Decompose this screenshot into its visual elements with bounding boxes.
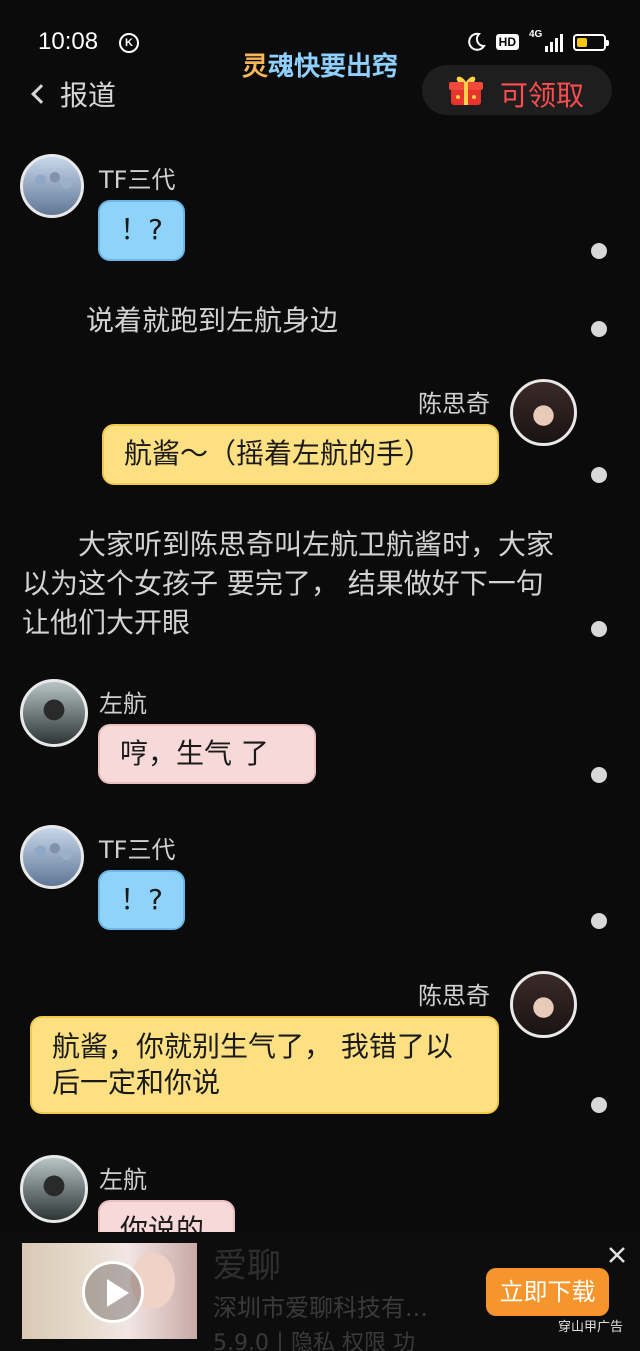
comment-dot[interactable]: [591, 1097, 607, 1113]
network-type: 4G: [529, 29, 543, 40]
back-button[interactable]: 报道: [31, 74, 117, 114]
avatar-chen[interactable]: [510, 379, 577, 446]
message-bubble: 哼，生气 了: [98, 724, 316, 784]
message-bubble: 航酱～（摇着左航的手）: [102, 424, 499, 485]
sender-name: 陈思奇: [418, 982, 490, 1010]
avatar-tf[interactable]: [20, 154, 84, 218]
narration-text: 大家听到陈思奇叫左航卫航酱时，大家以为这个女孩子 要完了， 结果做好下一句让他们…: [22, 528, 555, 639]
message-bubble: 航酱，你就别生气了， 我错了以后一定和你说: [30, 1016, 499, 1114]
comment-dot[interactable]: [591, 767, 607, 783]
message-bubble: ！?: [98, 200, 185, 261]
avatar-chen[interactable]: [510, 971, 577, 1038]
ad-thumbnail[interactable]: [22, 1243, 197, 1339]
reward-label: 可领取: [500, 79, 585, 112]
avatar-zuohang[interactable]: [20, 1155, 88, 1223]
sender-name: 陈思奇: [418, 390, 490, 418]
sender-name: 左航: [99, 690, 147, 718]
sender-name: 左航: [99, 1166, 147, 1194]
sender-name: TF三代: [99, 836, 176, 864]
sender-name: TF三代: [99, 166, 176, 194]
play-icon[interactable]: [82, 1261, 144, 1323]
download-button[interactable]: 立即下载: [486, 1268, 609, 1316]
gift-icon: [449, 76, 483, 105]
avatar-zuohang[interactable]: [20, 679, 88, 747]
ad-source: 穿山甲广告: [558, 1320, 624, 1335]
narration-text: 说着就跑到左航身边: [86, 304, 339, 337]
avatar-tf[interactable]: [20, 825, 84, 889]
close-icon[interactable]: [606, 1244, 628, 1266]
ad-meta[interactable]: 5.9.0丨隐私 权限 功: [213, 1325, 415, 1351]
ad-title: 爱聊: [213, 1246, 281, 1286]
back-label: 报道: [60, 79, 117, 112]
comment-dot[interactable]: [591, 467, 607, 483]
comment-dot[interactable]: [591, 243, 607, 259]
comment-dot[interactable]: [591, 621, 607, 637]
reward-button[interactable]: 可领取: [422, 65, 612, 115]
comment-dot[interactable]: [591, 913, 607, 929]
ad-subtitle: 深圳市爱聊科技有...: [213, 1294, 428, 1322]
chevron-left-icon: [31, 84, 51, 104]
ad-banner[interactable]: 爱聊 深圳市爱聊科技有... 5.9.0丨隐私 权限 功 立即下载 穿山甲广告: [0, 1232, 640, 1351]
message-bubble: ！?: [98, 870, 185, 930]
comment-dot[interactable]: [591, 321, 607, 337]
